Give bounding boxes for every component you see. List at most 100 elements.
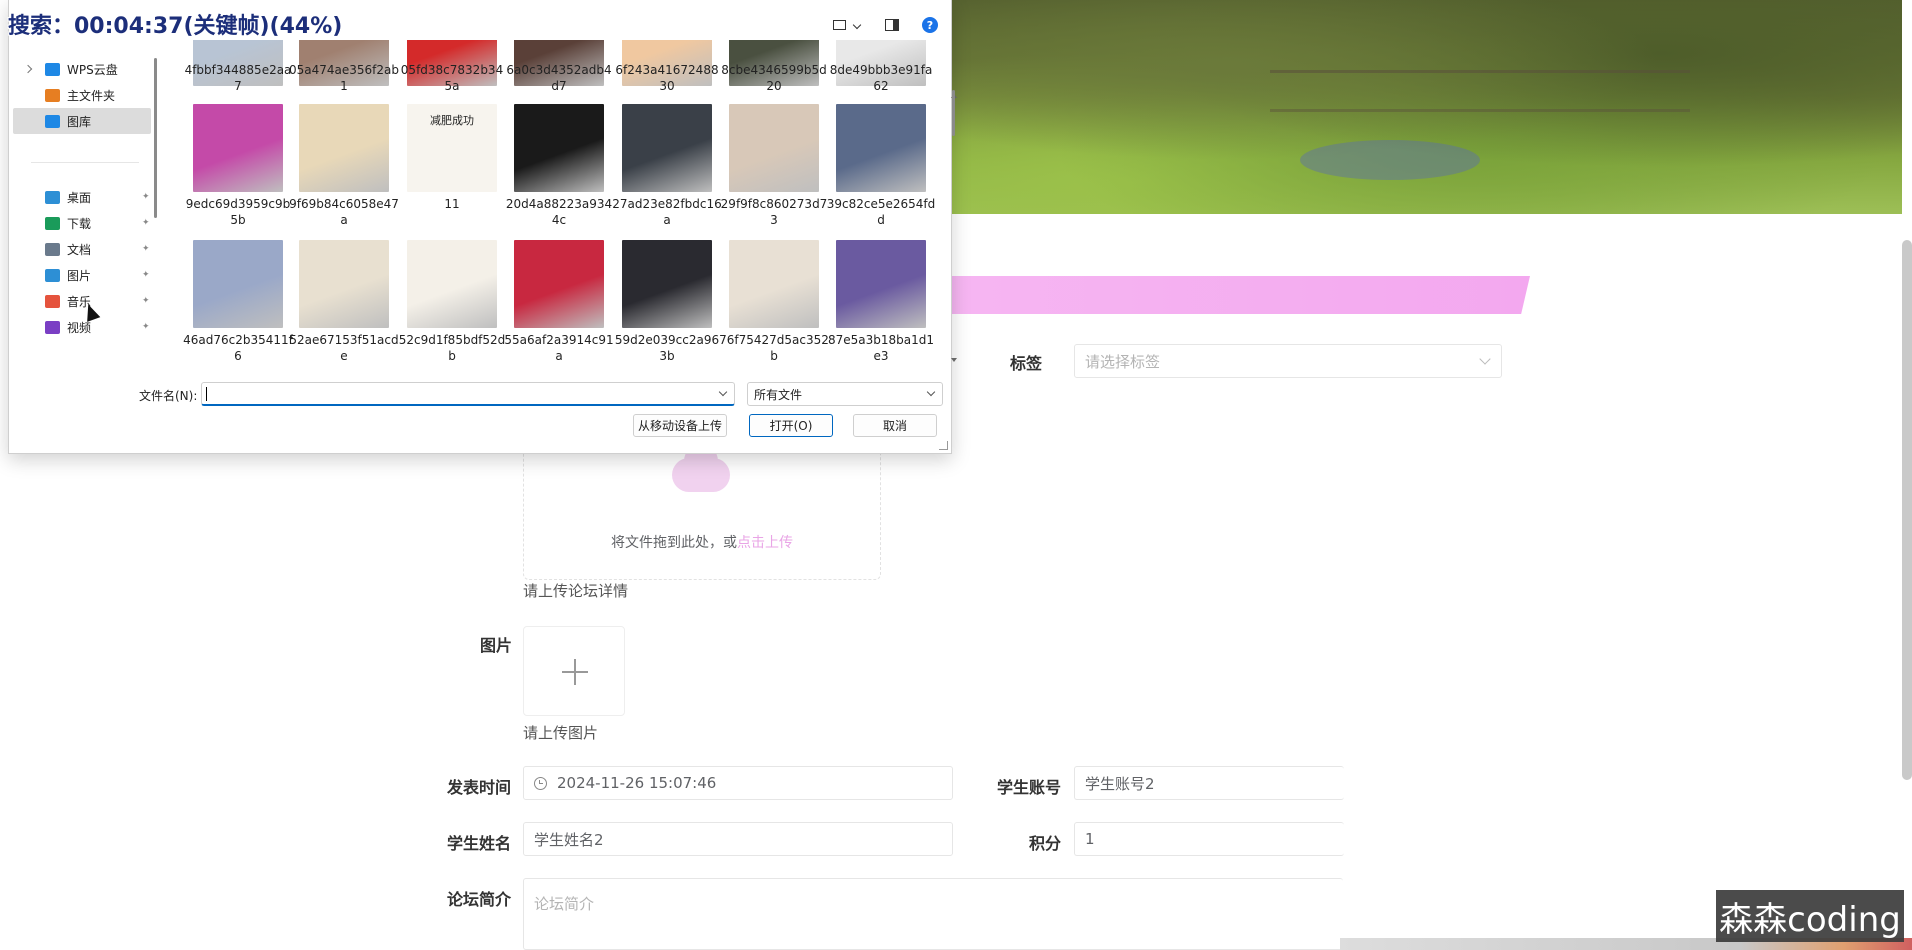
file-name: 6a0c3d4352adb4d7 (506, 63, 612, 93)
nav-item-home[interactable]: 主文件夹 (13, 82, 151, 108)
file-thumbnail[interactable] (193, 240, 283, 328)
cloud-icon (45, 62, 60, 76)
nav-item-label: 桌面 (67, 190, 92, 205)
file-name: 05a474ae356f2ab1 (289, 63, 399, 93)
file-grid-scrollbar[interactable] (949, 40, 959, 365)
upload-text: 将文件拖到此处，或点击上传 (524, 532, 880, 552)
points-field[interactable]: 1 (1074, 822, 1344, 856)
filename-input[interactable] (201, 382, 735, 406)
student-name-field[interactable]: 学生姓名2 (523, 822, 953, 856)
file-thumbnail[interactable] (622, 104, 712, 192)
file-thumbnail[interactable] (514, 104, 604, 192)
image-label: 图片 (480, 636, 513, 655)
home-icon (45, 88, 60, 102)
watermark: 森森coding (1716, 890, 1904, 942)
file-name: 6f243a4167248830 (615, 63, 719, 93)
nav-item-download[interactable]: 下载 ✦ (13, 210, 151, 236)
dialog-toolbar: ? (829, 16, 939, 34)
help-button[interactable]: ? (921, 16, 939, 34)
file-thumbnail[interactable] (407, 240, 497, 328)
nav-item-cloud[interactable]: WPS云盘 (13, 56, 151, 82)
preview-pane-button[interactable] (883, 16, 901, 34)
cloud-upload-icon (672, 444, 730, 492)
file-name: 8de49bbb3e91fa62 (829, 63, 933, 93)
file-thumbnail[interactable] (622, 240, 712, 328)
detail-upload-dropzone[interactable]: 将文件拖到此处，或点击上传 (523, 444, 881, 580)
nav-item-gallery[interactable]: 图库 (13, 108, 151, 134)
points-value: 1 (1085, 830, 1095, 848)
video-icon (45, 320, 60, 334)
detail-upload-hint: 请上传论坛详情 (523, 582, 629, 600)
student-name-value: 学生姓名2 (534, 830, 604, 849)
intro-textarea[interactable]: 论坛简介 (523, 878, 1343, 950)
scroll-down-icon[interactable] (951, 358, 957, 362)
tag-label: 标签 (1010, 354, 1043, 373)
tag-placeholder: 请选择标签 (1085, 352, 1161, 371)
chevron-down-icon (926, 387, 936, 397)
page-scrollbar[interactable] (1902, 240, 1912, 780)
file-thumbnail[interactable] (299, 240, 389, 328)
nav-item-label: 主文件夹 (67, 88, 116, 103)
upload-instruction: 将文件拖到此处，或 (611, 535, 737, 551)
nav-item-documents[interactable]: 文档 ✦ (13, 236, 151, 262)
student-account-value: 学生账号2 (1085, 774, 1155, 793)
file-thumbnail[interactable] (299, 104, 389, 192)
pin-icon: ✦ (142, 191, 150, 202)
file-name: 9edc69d3959c9b5b (185, 197, 291, 227)
open-button[interactable]: 打开(O) (749, 414, 833, 437)
tag-select[interactable]: 请选择标签 (1074, 344, 1502, 378)
publish-time-field[interactable]: 2024-11-26 15:07:46 (523, 766, 953, 800)
file-thumbnail[interactable]: 减肥成功 (407, 104, 497, 192)
filename-label: 文件名(N): (139, 389, 198, 403)
file-thumbnail[interactable] (836, 104, 926, 192)
file-grid: 4fbbf344885e2aa7 05a474ae356f2ab1 05fd38c7… (183, 40, 943, 372)
banner-fence (1270, 70, 1690, 112)
file-thumbnail[interactable] (193, 104, 283, 192)
clock-icon (534, 776, 547, 790)
file-type-select[interactable]: 所有文件 (747, 382, 943, 406)
file-type-value: 所有文件 (754, 387, 803, 402)
section-header-bar (940, 276, 1530, 314)
help-icon: ? (922, 17, 938, 33)
file-open-dialog: ? WPS云盘 主文件夹 图库 桌面 ✦ 下载 ✦ 文档 ✦ 图片 ✦ 音乐 ✦ 视频 ✦ 4fbbf344… (8, 0, 957, 454)
chevron-down-icon[interactable] (718, 387, 728, 397)
file-name: 59d2e039cc2a963b (614, 333, 720, 363)
nav-item-desktop[interactable]: 桌面 ✦ (13, 184, 151, 210)
student-account-field[interactable]: 学生账号2 (1074, 766, 1344, 800)
pin-icon: ✦ (142, 217, 150, 228)
banner-puddle (1300, 140, 1480, 180)
file-thumbnail[interactable] (729, 240, 819, 328)
download-icon (45, 216, 60, 230)
recording-status-overlay: 搜索：00:04:37(关键帧)(44%) (8, 14, 343, 39)
banner-image (940, 0, 1902, 214)
file-thumbnail[interactable] (836, 240, 926, 328)
file-name: 11 (444, 197, 460, 211)
upload-link[interactable]: 点击上传 (737, 535, 793, 551)
upload-from-mobile-button[interactable]: 从移动设备上传 (633, 414, 727, 437)
file-name: 4fbbf344885e2aa7 (184, 63, 292, 93)
pictures-icon (45, 268, 60, 282)
file-name: 39c82ce5e2654fdd (826, 197, 936, 227)
resize-grip-icon[interactable] (939, 441, 948, 450)
file-name: 52ae67153f51acde (289, 333, 399, 363)
chevron-right-icon[interactable] (23, 64, 33, 74)
text-cursor (206, 387, 207, 401)
nav-scrollbar[interactable] (154, 58, 157, 218)
view-mode-button[interactable] (829, 16, 863, 34)
pin-icon: ✦ (142, 321, 150, 332)
nav-item-video[interactable]: 视频 ✦ (13, 314, 151, 340)
scroll-thumb[interactable] (952, 90, 955, 136)
file-name: 87e5a3b18ba1d1e3 (827, 333, 935, 363)
cancel-button[interactable]: 取消 (853, 414, 937, 437)
image-upload-hint: 请上传图片 (523, 724, 599, 742)
file-thumbnail[interactable] (514, 240, 604, 328)
student-name-label: 学生姓名 (447, 834, 512, 853)
file-name: 27ad23e82fbdc16a (612, 197, 722, 227)
file-name: 76f75427d5ac352b (719, 333, 829, 363)
file-thumbnail[interactable] (729, 104, 819, 192)
nav-divider (31, 162, 139, 163)
image-upload-button[interactable] (523, 626, 625, 716)
nav-item-label: 图库 (67, 114, 92, 129)
nav-item-pictures[interactable]: 图片 ✦ (13, 262, 151, 288)
pin-icon: ✦ (142, 269, 150, 280)
